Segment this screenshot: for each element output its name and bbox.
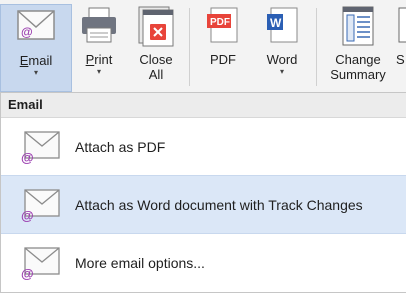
- menu-item-more-email-options[interactable]: @ More email options...: [1, 234, 406, 291]
- menu-item-label: More email options...: [75, 254, 205, 271]
- print-button[interactable]: Print ▾: [74, 4, 124, 90]
- svg-text:@: @: [21, 25, 33, 39]
- svg-text:@: @: [21, 208, 34, 222]
- envelope-icon: @: [19, 246, 63, 280]
- menu-item-label: Attach as Word document with Track Chang…: [75, 196, 363, 213]
- envelope-icon: @: [19, 188, 63, 222]
- word-button[interactable]: W Word ▾: [258, 4, 306, 90]
- ribbon-separator: [189, 8, 190, 86]
- partial-button[interactable]: S: [396, 4, 406, 90]
- pdf-button[interactable]: PDF PDF: [200, 4, 246, 90]
- svg-text:@: @: [21, 150, 34, 164]
- svg-text:W: W: [270, 16, 282, 30]
- ribbon-toolbar: @ Email ▾ Print ▾ Close All PDF PDF W Wo…: [0, 0, 406, 93]
- email-button[interactable]: @ Email ▾: [0, 4, 72, 92]
- svg-text:PDF: PDF: [210, 17, 230, 28]
- word-icon: W: [261, 4, 303, 48]
- pdf-icon: PDF: [202, 4, 244, 48]
- chevron-down-icon: ▾: [96, 67, 101, 76]
- change-summary-icon: [337, 4, 379, 48]
- menu-item-label: Attach as PDF: [75, 138, 166, 155]
- email-dropdown-menu: Email @ Attach as PDF @ Attach as Word d…: [0, 93, 406, 293]
- close-all-icon: [135, 4, 177, 48]
- partial-icon: [396, 4, 406, 48]
- ribbon-separator: [316, 8, 317, 86]
- menu-item-attach-word-track-changes[interactable]: @ Attach as Word document with Track Cha…: [1, 175, 406, 234]
- envelope-icon: @: [15, 5, 57, 49]
- chevron-down-icon: ▾: [279, 67, 284, 76]
- chevron-down-icon: ▾: [33, 68, 38, 77]
- envelope-icon: @: [19, 130, 63, 164]
- printer-icon: [78, 4, 120, 48]
- change-summary-button[interactable]: Change Summary: [324, 4, 392, 90]
- svg-text:@: @: [21, 266, 34, 280]
- menu-header: Email: [1, 93, 406, 118]
- menu-item-attach-pdf[interactable]: @ Attach as PDF: [1, 118, 406, 175]
- close-all-button[interactable]: Close All: [130, 4, 182, 90]
